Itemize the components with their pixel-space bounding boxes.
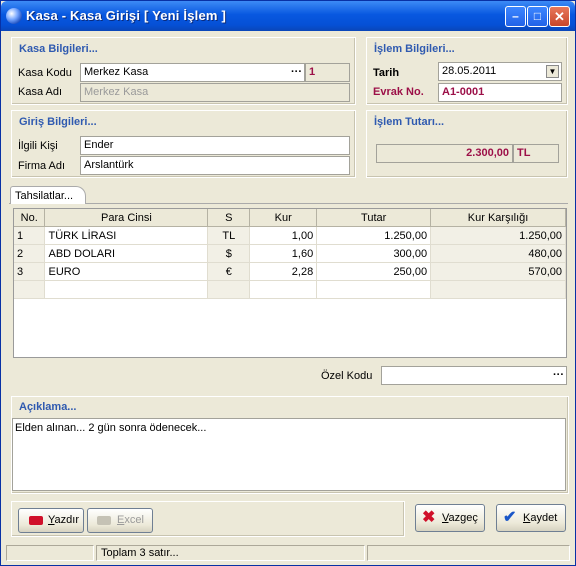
kasa-bilgileri-title: Kasa Bilgileri... [19, 43, 98, 55]
yazdir-label: Yazdır [48, 509, 79, 532]
cell-tutar[interactable] [316, 280, 432, 299]
islem-tutari-currency: TL [513, 144, 559, 163]
kasa-kodu-suffix: 1 [305, 63, 350, 82]
islem-tutari-title: İşlem Tutarı... [374, 116, 445, 128]
cell-para-cinsi[interactable]: TÜRK LİRASI [44, 226, 209, 245]
vazgec-rest: azgeç [448, 512, 478, 524]
cell-symbol[interactable]: € [207, 262, 251, 281]
islem-bilgileri-title: İşlem Bilgileri... [374, 43, 455, 55]
kasa-kodu-label: Kasa Kodu [18, 67, 72, 79]
status-cell-3 [367, 545, 570, 561]
aciklama-panel: Açıklama... Elden alınan... 2 gün sonra … [11, 396, 569, 494]
aciklama-textarea[interactable]: Elden alınan... 2 gün sonra ödenecek... [12, 418, 566, 491]
giris-bilgileri-title: Giriş Bilgileri... [19, 116, 97, 128]
ilgili-kisi-label: İlgili Kişi [18, 140, 58, 152]
cancel-x-icon: ✖ [422, 509, 436, 526]
tahsilatlar-table: No. Para Cinsi S Kur Tutar Kur Karşılığı… [14, 209, 566, 299]
cell-tutar[interactable]: 1.250,00 [316, 226, 432, 245]
col-header-tutar[interactable]: Tutar [316, 209, 432, 227]
chevron-down-icon[interactable]: ▼ [546, 65, 559, 78]
ellipsis-icon[interactable]: ··· [553, 367, 564, 384]
kasa-kodu-value: Merkez Kasa [84, 66, 149, 78]
cell-tutar[interactable]: 300,00 [316, 244, 432, 263]
cell-kur[interactable] [249, 280, 318, 299]
ellipsis-icon[interactable]: ··· [291, 64, 302, 81]
vazgec-label: Vazgeç [442, 505, 478, 531]
printer-icon [29, 516, 43, 525]
kasa-girisi-window: Kasa - Kasa Girişi [ Yeni İşlem ] – □ ✕ … [0, 0, 576, 566]
tarih-value: 28.05.2011 [442, 65, 497, 77]
maximize-icon[interactable]: □ [527, 6, 548, 27]
tarih-label: Tarih [373, 67, 400, 79]
table-row[interactable]: 3 EURO € 2,28 250,00 570,00 [14, 262, 566, 281]
cell-kur[interactable]: 1,00 [249, 226, 318, 245]
excel-label: Excel [117, 509, 144, 532]
app-icon[interactable] [6, 8, 22, 24]
excel-button[interactable]: Excel [87, 508, 153, 533]
tahsilatlar-grid[interactable]: No. Para Cinsi S Kur Tutar Kur Karşılığı… [13, 208, 567, 358]
table-row-new[interactable] [14, 280, 566, 299]
evrak-no-field[interactable]: A1-0001 [438, 83, 562, 102]
islem-bilgileri-panel: İşlem Bilgileri... Tarih 28.05.2011 ▼ Ev… [366, 37, 568, 105]
kaydet-label: Kaydet [523, 505, 557, 531]
cell-kur-karsiligi[interactable]: 1.250,00 [430, 226, 566, 245]
kaydet-button[interactable]: ✔ Kaydet [496, 504, 566, 532]
islem-tutari-value: 2.300,00 [376, 144, 513, 163]
col-header-s[interactable]: S [207, 209, 251, 227]
window-title: Kasa - Kasa Girişi [ Yeni İşlem ] [26, 8, 227, 23]
excel-icon [97, 516, 111, 525]
minimize-icon[interactable]: – [505, 6, 526, 27]
cell-symbol[interactable]: $ [207, 244, 251, 263]
status-text: Toplam 3 satır... [96, 545, 365, 561]
cell-para-cinsi[interactable]: EURO [44, 262, 209, 281]
grid-header-row: No. Para Cinsi S Kur Tutar Kur Karşılığı [14, 209, 566, 227]
close-icon[interactable]: ✕ [549, 6, 570, 27]
cell-no[interactable]: 2 [14, 244, 46, 263]
cell-kur-karsiligi[interactable]: 570,00 [430, 262, 566, 281]
cell-para-cinsi[interactable] [44, 280, 209, 299]
table-row[interactable]: 1 TÜRK LİRASI TL 1,00 1.250,00 1.250,00 [14, 226, 566, 245]
tarih-date-picker[interactable]: 28.05.2011 ▼ [438, 62, 562, 81]
cell-tutar[interactable]: 250,00 [316, 262, 432, 281]
col-header-kur-karsiligi[interactable]: Kur Karşılığı [430, 209, 566, 227]
table-row[interactable]: 2 ABD DOLARI $ 1,60 300,00 480,00 [14, 244, 566, 263]
kasa-adi-field: Merkez Kasa [80, 83, 350, 102]
evrak-no-label: Evrak No. [373, 86, 424, 98]
kasa-adi-label: Kasa Adı [18, 86, 63, 98]
aciklama-title: Açıklama... [19, 401, 77, 413]
col-header-para-cinsi[interactable]: Para Cinsi [44, 209, 209, 227]
kasa-bilgileri-panel: Kasa Bilgileri... Kasa Kodu Merkez Kasa … [11, 37, 356, 105]
tab-tahsilatlar[interactable]: Tahsilatlar... [10, 186, 86, 204]
col-header-kur[interactable]: Kur [249, 209, 318, 227]
cell-symbol[interactable] [207, 280, 251, 299]
cell-kur[interactable]: 1,60 [249, 244, 318, 263]
cell-no[interactable] [14, 280, 46, 299]
col-header-no[interactable]: No. [14, 209, 46, 227]
yazdir-button[interactable]: Yazdır [18, 508, 84, 533]
check-icon: ✔ [503, 509, 517, 526]
firma-adi-label: Firma Adı [18, 160, 66, 172]
status-cell-1 [6, 545, 94, 561]
cell-kur-karsiligi[interactable] [430, 280, 566, 299]
firma-adi-field[interactable]: Arslantürk [80, 156, 350, 175]
kaydet-rest: aydet [530, 512, 558, 524]
excel-rest: xcel [124, 514, 144, 526]
ilgili-kisi-field[interactable]: Ender [80, 136, 350, 155]
kasa-kodu-field[interactable]: Merkez Kasa ··· [80, 63, 305, 82]
ozel-kodu-label: Özel Kodu [321, 370, 373, 382]
cell-kur[interactable]: 2,28 [249, 262, 318, 281]
yazdir-rest: azdır [54, 514, 79, 526]
islem-tutari-panel: İşlem Tutarı... 2.300,00 TL [366, 110, 568, 178]
cell-symbol[interactable]: TL [207, 226, 251, 245]
cell-no[interactable]: 1 [14, 226, 46, 245]
cell-kur-karsiligi[interactable]: 480,00 [430, 244, 566, 263]
giris-bilgileri-panel: Giriş Bilgileri... İlgili Kişi Ender Fir… [11, 110, 356, 178]
vazgec-button[interactable]: ✖ Vazgeç [415, 504, 485, 532]
cell-no[interactable]: 3 [14, 262, 46, 281]
cell-para-cinsi[interactable]: ABD DOLARI [44, 244, 209, 263]
ozel-kodu-field[interactable]: ··· [381, 366, 567, 385]
title-bar[interactable]: Kasa - Kasa Girişi [ Yeni İşlem ] – □ ✕ [1, 1, 575, 31]
